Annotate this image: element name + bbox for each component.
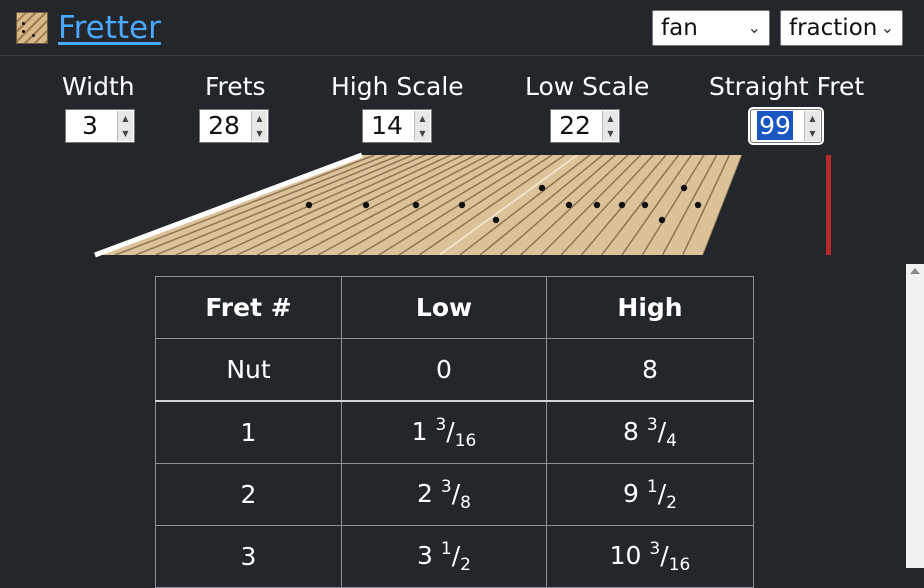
high-cell: 10 3/16	[546, 525, 754, 588]
scroll-up-icon[interactable]	[910, 268, 920, 274]
fret-line	[744, 155, 768, 255]
table-row: 3 3 1/2 10 3/16	[155, 525, 754, 588]
low-whole: 3	[417, 540, 433, 570]
low-header: Low	[341, 276, 547, 339]
high-cell: 8	[546, 338, 754, 402]
low-numerator: 3	[440, 476, 452, 497]
high-whole: 8	[642, 355, 658, 384]
fret-marker-dot	[593, 201, 601, 209]
fret-marker-dot	[458, 201, 466, 209]
high-denominator: 4	[666, 430, 677, 451]
high-cell: 9 1/2	[546, 463, 754, 526]
fret-marker-dot	[641, 201, 649, 209]
low-denominator: 16	[454, 430, 477, 451]
fret-marker-dot	[658, 216, 666, 224]
table-header-row: Fret # Low High	[155, 276, 754, 339]
straight-fret-indicator	[826, 155, 831, 255]
table-row: 2 2 3/8 9 1/2	[155, 463, 754, 526]
high-numerator: 1	[646, 476, 658, 497]
low-whole: 1	[411, 416, 428, 446]
fret-marker-dot	[680, 184, 688, 192]
fret-table: Fret # Low High Nut 0 8 1 1 3/16 8 3/4 2…	[155, 276, 754, 588]
fret-number-cell: 1	[155, 400, 342, 464]
high-denominator: 2	[666, 492, 677, 513]
low-cell: 1 3/16	[341, 400, 547, 464]
low-cell: 2 3/8	[341, 463, 547, 526]
fret-number-header: Fret #	[155, 276, 342, 339]
high-whole: 8	[623, 416, 639, 446]
fret-marker-dot	[492, 216, 500, 224]
fret-marker-dot	[362, 201, 370, 209]
fret-marker-dot	[618, 201, 626, 209]
high-numerator: 3	[649, 538, 661, 559]
low-whole: 2	[417, 478, 433, 508]
high-whole: 10	[609, 540, 642, 570]
low-cell: 3 1/2	[341, 525, 547, 588]
high-numerator: 3	[646, 414, 658, 435]
fret-marker-dot	[305, 201, 313, 209]
fret-marker-dot	[565, 201, 573, 209]
fret-number-cell: 2	[155, 463, 342, 526]
high-denominator: 16	[668, 554, 691, 575]
low-numerator: 1	[440, 538, 452, 559]
high-whole: 9	[623, 478, 639, 508]
low-numerator: 3	[435, 414, 447, 435]
table-row: 1 1 3/16 8 3/4	[155, 400, 754, 464]
fret-marker-dot	[538, 184, 546, 192]
page-scrollbar[interactable]	[906, 264, 924, 568]
fret-number-cell: 3	[155, 525, 342, 588]
low-whole: 0	[436, 355, 452, 384]
fretboard-preview	[94, 152, 768, 258]
fret-marker-dot	[412, 201, 420, 209]
high-header: High	[546, 276, 754, 339]
low-cell: 0	[341, 338, 547, 402]
fret-marker-dot	[694, 201, 702, 209]
fret-number-cell: Nut	[155, 338, 342, 402]
high-cell: 8 3/4	[546, 400, 754, 464]
low-denominator: 2	[460, 554, 471, 575]
table-row: Nut 0 8	[155, 338, 754, 402]
low-denominator: 8	[460, 492, 471, 513]
